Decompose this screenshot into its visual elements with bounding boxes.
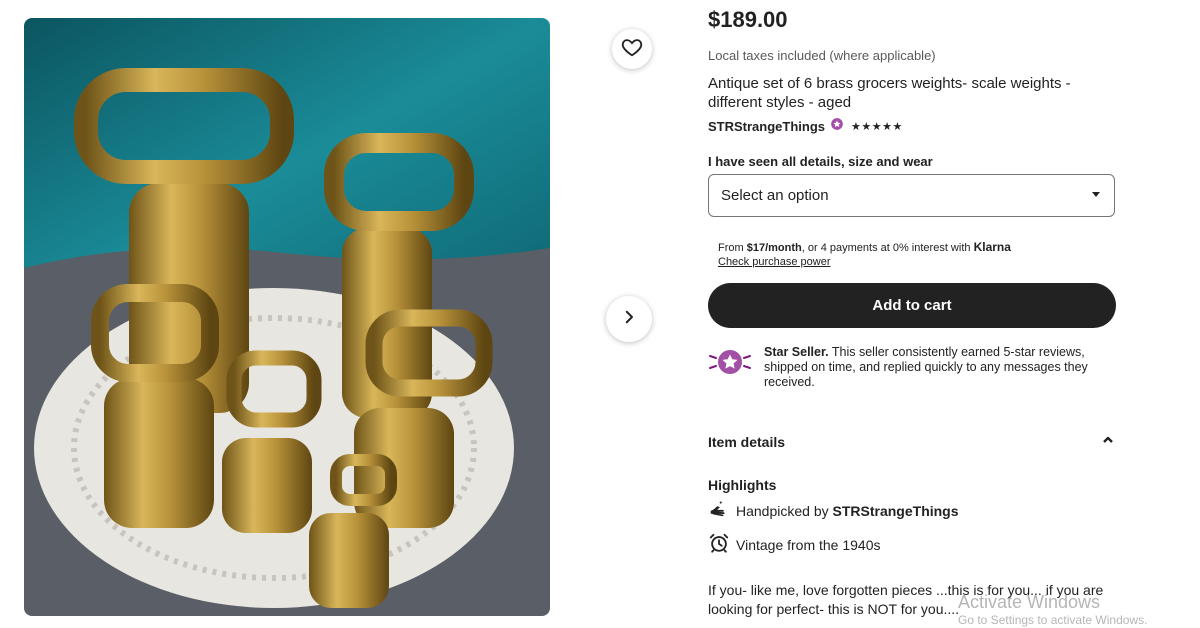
next-image-button[interactable] [606,296,652,342]
item-details-title: Item details [708,434,786,450]
star-seller-heading: Star Seller. [764,345,829,359]
check-purchase-power-link[interactable]: Check purchase power [718,255,1011,269]
heart-icon [621,36,643,63]
product-photo[interactable] [24,18,550,616]
hand-icon [708,498,730,523]
chevron-right-icon [620,308,638,331]
chevron-up-icon [1102,433,1114,451]
price: $189.00 [708,7,788,32]
caret-down-icon [1090,187,1102,205]
favorite-button[interactable] [612,29,652,69]
variation-label: I have seen all details, size and wear [708,154,933,169]
klarna-financing: From $17/month, or 4 payments at 0% inte… [718,240,1011,269]
handpicked-text: Handpicked by STRStrangeThings [736,503,959,519]
handpicked-prefix: Handpicked by [736,502,833,519]
brass-weights-image [24,18,550,616]
klarna-line: From $17/month, or 4 payments at 0% inte… [718,240,1011,255]
klarna-amount: $17/month [746,242,802,254]
vintage-text: Vintage from the 1940s [736,536,881,553]
variation-select-value: Select an option [721,187,829,204]
taxes-note: Local taxes included (where applicable) [708,48,936,63]
klarna-suffix: , or 4 payments at 0% interest with [801,242,974,254]
listing-title: Antique set of 6 brass grocers weights- … [708,75,1071,111]
add-to-cart-button[interactable]: Add to cart [708,283,1116,328]
handpicked-seller-link[interactable]: STRStrangeThings [833,503,959,519]
seller-name-link[interactable]: STRStrangeThings [708,119,825,134]
klarna-logo: Klarna [973,240,1011,254]
klarna-prefix: From [718,242,747,254]
item-details-toggle[interactable]: Item details [708,433,1114,451]
star-seller-text: Star Seller. This seller consistently ea… [764,345,1116,390]
highlights-heading: Highlights [708,477,777,493]
windows-activation-watermark: Activate Windows Go to Settings to activ… [958,592,1147,628]
vintage-row: Vintage from the 1940s [708,532,881,557]
seller-row: STRStrangeThings ★★★★★ [708,117,903,136]
handpicked-row: Handpicked by STRStrangeThings [708,498,959,523]
star-seller-callout: Star Seller. This seller consistently ea… [708,345,1118,390]
alarm-clock-icon [708,532,730,557]
variation-select[interactable]: Select an option [708,174,1115,217]
rating-stars[interactable]: ★★★★★ [851,120,903,133]
star-seller-small-icon [830,117,844,136]
watermark-title: Activate Windows [958,592,1101,612]
star-seller-badge-icon [708,345,754,390]
